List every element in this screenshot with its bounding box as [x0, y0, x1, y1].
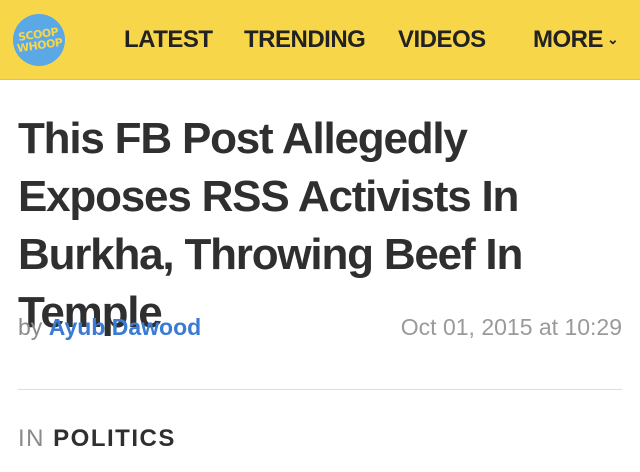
publish-date: Oct 01, 2015 at 10:29 — [400, 314, 622, 340]
top-navbar: SCOOP WHOOP LATEST TRENDING VIDEOS MORE ⌄ — [0, 0, 640, 80]
logo-text: SCOOP WHOOP — [16, 25, 64, 56]
nav-trending[interactable]: TRENDING — [244, 24, 366, 56]
category-link[interactable]: POLITICS — [53, 425, 176, 452]
nav-more-label: MORE — [533, 26, 604, 53]
category-line: IN POLITICS — [18, 424, 176, 454]
byline-prefix: by — [18, 314, 43, 340]
byline: by Ayub Dawood — [18, 312, 201, 342]
author-link[interactable]: Ayub Dawood — [49, 314, 201, 340]
nav-more[interactable]: MORE ⌄ — [533, 24, 619, 56]
scoopwhoop-logo[interactable]: SCOOP WHOOP — [13, 14, 65, 66]
divider — [18, 389, 622, 390]
nav-videos[interactable]: VIDEOS — [398, 24, 486, 56]
article-title: This FB Post Allegedly Exposes RSS Activ… — [18, 114, 523, 337]
chevron-down-icon: ⌄ — [607, 30, 619, 47]
category-prefix: IN — [18, 425, 45, 452]
nav-latest[interactable]: LATEST — [124, 24, 213, 56]
